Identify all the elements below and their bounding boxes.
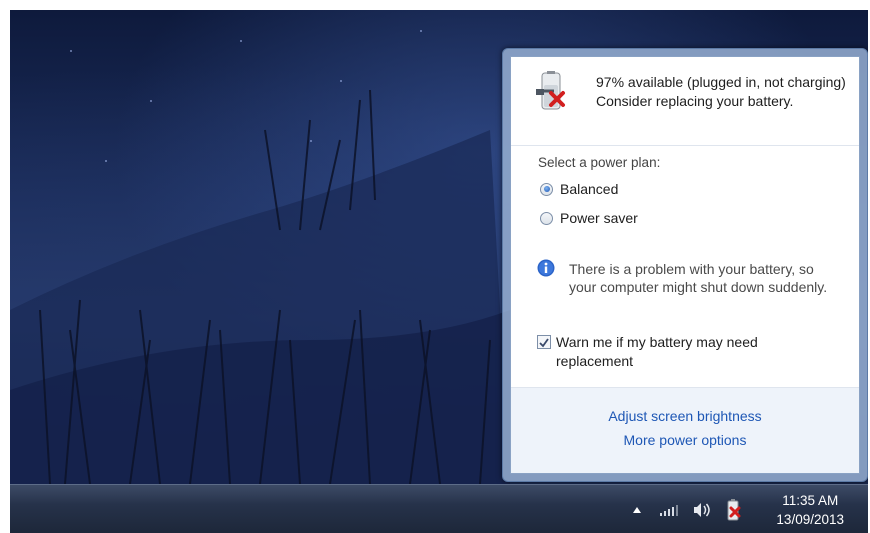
more-power-options-link[interactable]: More power options <box>511 428 859 452</box>
battery-warning-text: There is a problem with your battery, so… <box>569 261 828 295</box>
show-hidden-icons-arrow <box>633 506 641 513</box>
clock-date: 13/09/2013 <box>776 512 844 527</box>
plan-power-saver-radio[interactable] <box>540 211 553 225</box>
plan-balanced-radio[interactable] <box>540 182 553 196</box>
power-flyout: 97% available (plugged in, not charging)… <box>502 48 868 482</box>
grass-silhouette <box>10 89 510 484</box>
network-tray-button[interactable] <box>660 485 678 533</box>
power-plan-label: Select a power plan: <box>538 155 661 170</box>
taskbar: 11:35 AM 13/09/2013 <box>10 484 868 533</box>
plan-balanced-label: Balanced <box>560 181 619 197</box>
adjust-brightness-link[interactable]: Adjust screen brightness <box>511 404 859 428</box>
battery-status-text: 97% available (plugged in, not charging)… <box>596 73 846 111</box>
volume-tray-button[interactable] <box>693 485 711 533</box>
network-signal-icon <box>660 504 678 516</box>
battery-warning-icon <box>536 71 565 110</box>
battery-status-section: 97% available (plugged in, not charging)… <box>511 57 859 146</box>
volume-icon <box>694 502 710 517</box>
taskbar-clock[interactable]: 11:35 AM 13/09/2013 <box>776 491 844 529</box>
warn-battery-label: Warn me if my battery may need replaceme… <box>556 334 758 369</box>
checkmark-icon <box>539 338 549 348</box>
power-links-section: Adjust screen brightness More power opti… <box>511 387 859 473</box>
battery-tray-button[interactable] <box>724 485 742 533</box>
power-flyout-panel: 97% available (plugged in, not charging)… <box>510 56 860 474</box>
plan-power-saver-label: Power saver <box>560 210 638 226</box>
battery-replace-message: Consider replacing your battery. <box>596 93 794 109</box>
plan-balanced[interactable]: Balanced <box>540 181 618 197</box>
warn-battery-option[interactable]: Warn me if my battery may need replaceme… <box>537 333 816 371</box>
info-icon <box>537 259 555 277</box>
battery-warning-icon <box>727 498 741 520</box>
plan-power-saver[interactable]: Power saver <box>540 210 638 226</box>
screen: 97% available (plugged in, not charging)… <box>10 10 868 533</box>
show-hidden-icons-button[interactable] <box>632 485 642 533</box>
warn-battery-checkbox[interactable] <box>537 335 551 349</box>
clock-time: 11:35 AM <box>782 493 839 508</box>
battery-percentage: 97% available (plugged in, not charging) <box>596 74 846 90</box>
